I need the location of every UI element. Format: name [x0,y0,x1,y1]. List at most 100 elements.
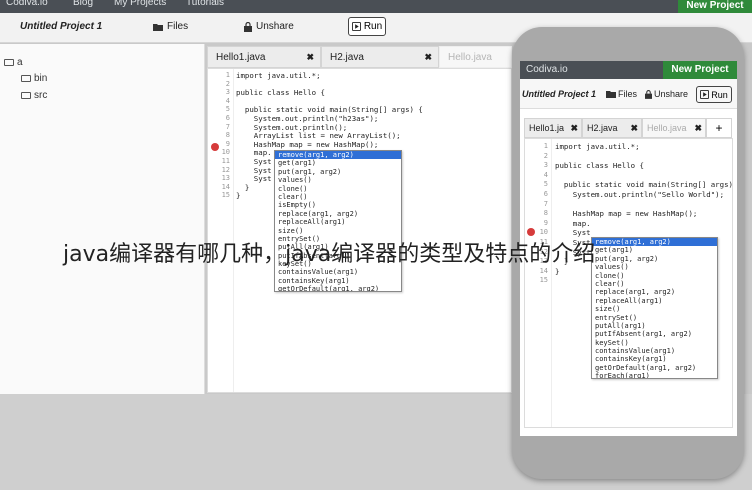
tab-label: H2.java [587,123,618,133]
close-icon[interactable]: ✖ [570,123,578,134]
tree-folder-src[interactable]: src [21,90,47,101]
mobile-tab-h2[interactable]: H2.java ✖ [582,118,642,138]
autocomplete-item[interactable]: replace(arg1, arg2) [592,288,717,296]
code-line[interactable]: } [236,191,240,200]
code-line[interactable]: map. [555,219,591,228]
line-number: 3 [225,88,230,97]
autocomplete-item[interactable]: values() [275,176,401,184]
autocomplete-item[interactable]: putAll(arg1) [592,322,717,330]
mobile-files-button[interactable]: Files [606,89,637,99]
close-icon[interactable]: ✖ [694,123,702,134]
autocomplete-item[interactable]: clear() [592,280,717,288]
files-button[interactable]: Files [153,21,188,32]
autocomplete-item[interactable]: containsValue(arg1) [275,268,401,276]
mobile-unshare-button[interactable]: Unshare [645,89,688,99]
autocomplete-item[interactable]: replaceAll(arg1) [275,218,401,226]
error-marker-icon[interactable] [211,143,219,151]
close-icon[interactable]: ✖ [424,52,432,63]
line-number: 8 [225,131,230,140]
autocomplete-item[interactable]: remove(arg1, arg2) [275,151,401,160]
autocomplete-item[interactable]: size() [592,305,717,313]
code-line[interactable]: public static void main(String[] args) { [555,180,737,189]
tab-hello1-java[interactable]: Hello1.java ✖ [207,46,321,68]
tab-hello-java[interactable]: Hello.java [439,46,512,68]
tree-folder-label: bin [34,73,48,84]
project-title[interactable]: Untitled Project 1 [20,21,102,32]
mobile-run-label: Run [711,89,728,100]
folder-icon [21,75,31,82]
mobile-new-project-button[interactable]: New Project [663,61,737,79]
autocomplete-item[interactable]: clone() [592,272,717,280]
mobile-brand-logo[interactable]: Codiva.io [526,64,568,75]
autocomplete-item[interactable]: containsKey(arg1) [275,277,401,285]
mobile-tab-bar: Hello1.ja ✖ H2.java ✖ Hello.java ✖ + [524,118,733,138]
autocomplete-item[interactable]: forEach(arg1) [592,372,717,378]
run-button[interactable]: Run [348,17,386,36]
autocomplete-item[interactable]: keySet() [592,339,717,347]
autocomplete-item[interactable]: put(arg1, arg2) [275,168,401,176]
line-number: 1 [225,71,230,79]
mobile-project-title[interactable]: Untitled Project 1 [522,89,596,99]
autocomplete-item[interactable]: put(arg1, arg2) [592,255,717,263]
close-icon[interactable]: ✖ [630,123,638,134]
autocomplete-item[interactable]: putIfAbsent(arg1, arg2) [592,330,717,338]
autocomplete-item[interactable]: containsKey(arg1) [592,355,717,363]
autocomplete-item[interactable]: replaceAll(arg1) [592,297,717,305]
autocomplete-item[interactable]: replace(arg1, arg2) [275,210,401,218]
add-tab-button[interactable]: + [706,118,732,138]
line-number: 2 [543,151,548,160]
tab-label: Hello1.ja [529,123,565,133]
mobile-files-label: Files [618,89,638,99]
folder-icon [606,91,616,98]
nav-link-blog[interactable]: Blog [73,0,93,8]
line-number: 4 [543,170,548,179]
new-project-button[interactable]: New Project [678,0,752,13]
autocomplete-item[interactable]: values() [592,263,717,271]
autocomplete-item[interactable]: isEmpty() [275,201,401,209]
close-icon[interactable]: ✖ [306,52,314,63]
code-line[interactable]: System.out.println("Sello World"); [555,190,724,199]
code-line[interactable]: import java.util.*; [555,142,640,151]
error-marker-icon[interactable] [527,228,535,236]
autocomplete-item[interactable]: containsValue(arg1) [592,347,717,355]
autocomplete-item[interactable]: clone() [275,185,401,193]
watermark-caption: java编译器有哪几种，java编译器的类型及特点的介绍 [63,242,596,267]
code-line[interactable]: public class Hello { [555,161,644,170]
mobile-line-number-gutter: 1 2 3 4 5 6 7 8 9 10 11 12 13 14 15 [525,139,552,427]
code-line[interactable]: } [555,267,559,276]
brand-logo[interactable]: Codiva.io [6,0,48,8]
unshare-button[interactable]: Unshare [244,21,294,32]
autocomplete-item[interactable]: clear() [275,193,401,201]
unshare-label: Unshare [256,21,294,32]
line-number: 3 [543,161,548,170]
line-number: 9 [225,139,230,148]
autocomplete-item[interactable]: get(arg1) [275,159,401,167]
mobile-project-toolbar: Untitled Project 1 Files Unshare Run [520,79,737,109]
line-number: 1 [543,142,548,150]
mobile-tab-hello1[interactable]: Hello1.ja ✖ [524,118,582,138]
line-number: 7 [225,122,230,131]
code-line[interactable]: import java.util.*; [236,71,321,80]
mobile-run-button[interactable]: Run [696,86,732,103]
line-number: 15 [221,191,230,200]
tree-folder-bin[interactable]: bin [21,73,47,84]
autocomplete-item[interactable]: entrySet() [592,314,717,322]
line-number: 6 [543,190,548,198]
tree-root-folder[interactable]: a [4,57,23,68]
nav-link-tutorials[interactable]: Tutorials [186,0,224,8]
autocomplete-item[interactable]: size() [275,227,401,235]
nav-link-my-projects[interactable]: My Projects [114,0,166,8]
editor-tab-bar: Hello1.java ✖ H2.java ✖ Hello.java [207,46,512,68]
code-line[interactable]: public class Hello { [236,88,325,97]
files-label: Files [167,21,189,32]
autocomplete-item[interactable]: getOrDefault(arg1, arg2) [592,364,717,372]
folder-icon [153,23,163,31]
line-number: 11 [221,157,230,165]
app-root: Codiva.io Blog My Projects Tutorials New… [0,0,752,490]
autocomplete-item[interactable]: remove(arg1, arg2) [592,238,717,247]
mobile-tab-hello[interactable]: Hello.java ✖ [642,118,706,138]
autocomplete-item[interactable]: getOrDefault(arg1, arg2) [275,285,401,291]
autocomplete-item[interactable]: get(arg1) [592,246,717,254]
tab-h2-java[interactable]: H2.java ✖ [321,46,439,68]
code-line[interactable]: HashMap map = new HashMap(); [555,209,698,218]
